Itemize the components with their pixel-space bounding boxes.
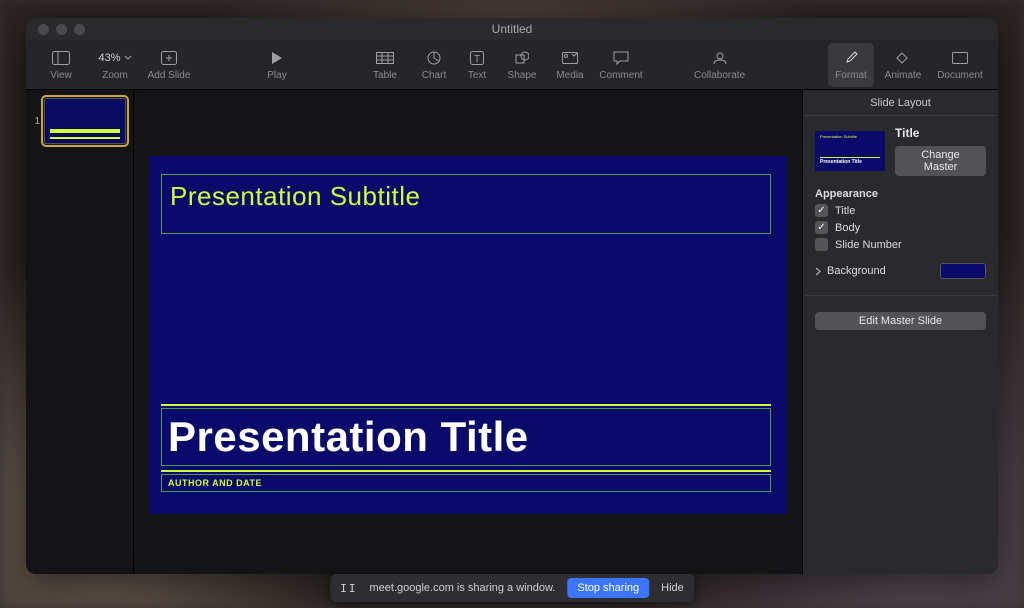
title-checkbox-row[interactable]: Title [815, 204, 986, 217]
subtitle-text-box[interactable]: Presentation Subtitle [161, 174, 771, 234]
appearance-label: Appearance [815, 188, 986, 200]
play-icon [271, 49, 283, 67]
plus-icon [161, 49, 177, 67]
brush-icon [844, 49, 858, 67]
share-message: meet.google.com is sharing a window. [369, 582, 555, 594]
table-icon [376, 49, 394, 67]
animate-tab[interactable]: Animate [878, 43, 928, 87]
view-button[interactable]: View [36, 43, 86, 87]
play-button[interactable]: Play [252, 43, 302, 87]
slide-number-checkbox-row[interactable]: Slide Number [815, 238, 986, 251]
comment-icon [613, 49, 629, 67]
author-text: AUTHOR AND DATE [168, 478, 262, 488]
hide-share-bar-button[interactable]: Hide [661, 582, 684, 594]
app-window: Untitled View 43% Zoom Add Slide [26, 18, 998, 574]
collaborate-icon [711, 49, 729, 67]
title-text-box[interactable]: Presentation Title [161, 408, 771, 466]
media-icon [562, 49, 578, 67]
document-title: Untitled [26, 22, 998, 36]
divider-line [161, 404, 771, 406]
pause-icon[interactable]: II [340, 582, 357, 595]
background-color-swatch[interactable] [940, 263, 986, 279]
format-tab[interactable]: Format [828, 43, 874, 87]
document-tab[interactable]: Document [932, 43, 988, 87]
checkbox-icon [815, 221, 828, 234]
window-controls [38, 24, 85, 35]
checkbox-icon [815, 238, 828, 251]
shape-button[interactable]: Shape [500, 43, 544, 87]
animate-icon [895, 49, 911, 67]
master-thumbnail: Presentation Subtitle Presentation Title [815, 131, 885, 171]
titlebar: Untitled [26, 18, 998, 40]
master-name: Title [895, 126, 986, 140]
slide-thumbnail-1[interactable] [44, 98, 126, 144]
text-button[interactable]: T Text [458, 43, 496, 87]
background-row[interactable]: Background [815, 263, 986, 279]
shape-icon [515, 49, 529, 67]
inspector-header: Slide Layout [803, 90, 998, 116]
body-checkbox-row[interactable]: Body [815, 221, 986, 234]
edit-master-slide-button[interactable]: Edit Master Slide [815, 312, 986, 330]
document-icon [952, 49, 968, 67]
stop-sharing-button[interactable]: Stop sharing [567, 578, 649, 598]
minimize-window-button[interactable] [56, 24, 67, 35]
comment-button[interactable]: Comment [596, 43, 646, 87]
toolbar: View 43% Zoom Add Slide Play [26, 40, 998, 90]
close-window-button[interactable] [38, 24, 49, 35]
format-inspector: Slide Layout Presentation Subtitle Prese… [802, 90, 998, 574]
svg-text:T: T [474, 54, 480, 65]
add-slide-button[interactable]: Add Slide [144, 43, 194, 87]
slide-number: 1 [32, 116, 40, 127]
collaborate-button[interactable]: Collaborate [694, 43, 745, 87]
sidebar-icon [52, 49, 70, 67]
divider [803, 295, 998, 296]
slide-canvas-area[interactable]: Presentation Subtitle Presentation Title… [134, 90, 802, 574]
chevron-down-icon [124, 55, 132, 60]
screen-share-bar: II meet.google.com is sharing a window. … [330, 574, 694, 602]
media-button[interactable]: Media [548, 43, 592, 87]
text-icon: T [470, 49, 484, 67]
divider-line [161, 470, 771, 472]
slide[interactable]: Presentation Subtitle Presentation Title… [149, 156, 787, 514]
author-text-box[interactable]: AUTHOR AND DATE [161, 474, 771, 492]
fullscreen-window-button[interactable] [74, 24, 85, 35]
chart-button[interactable]: Chart [414, 43, 454, 87]
chart-icon [427, 49, 441, 67]
change-master-button[interactable]: Change Master [895, 146, 986, 176]
zoom-value: 43% [98, 49, 131, 67]
table-button[interactable]: Table [360, 43, 410, 87]
zoom-control[interactable]: 43% Zoom [90, 43, 140, 87]
subtitle-text: Presentation Subtitle [170, 181, 762, 212]
slide-navigator: 1 [26, 90, 134, 574]
checkbox-icon [815, 204, 828, 217]
chevron-right-icon [815, 267, 822, 276]
title-text: Presentation Title [168, 413, 529, 461]
